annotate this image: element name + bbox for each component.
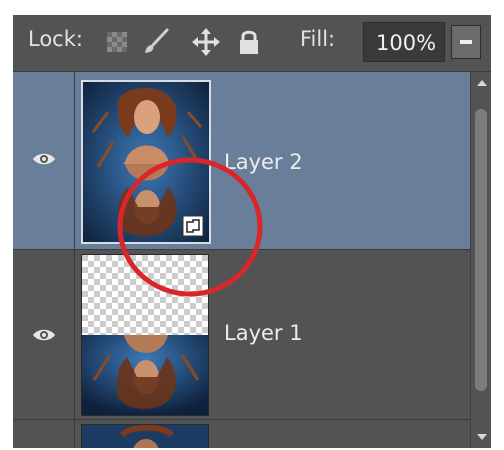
lock-image-pixels-icon[interactable] (141, 27, 169, 53)
eye-icon[interactable] (32, 152, 56, 166)
lock-transparent-pixels-icon[interactable] (106, 31, 132, 57)
annotation-circle (117, 157, 263, 297)
scrollbar-thumb[interactable] (475, 109, 487, 391)
eye-icon[interactable] (32, 328, 56, 342)
fill-input[interactable]: 100% (363, 22, 445, 62)
layer-name[interactable]: Layer 1 (224, 321, 303, 345)
lock-label: Lock: (28, 27, 83, 51)
layers-scrollbar[interactable] (470, 72, 491, 448)
fill-dropdown-button[interactable] (451, 25, 481, 59)
layers-toolbar: Lock: Fill: 100% (13, 15, 491, 72)
scroll-up-icon[interactable] (477, 80, 487, 86)
scroll-down-icon[interactable] (477, 434, 487, 440)
lock-all-icon[interactable] (237, 28, 263, 54)
visibility-column (13, 420, 75, 448)
layer-row-partial[interactable] (13, 420, 470, 448)
visibility-column (13, 250, 75, 419)
visibility-column (13, 72, 75, 249)
lock-position-icon[interactable] (191, 27, 220, 56)
layer-thumbnail[interactable] (81, 424, 209, 448)
chevron-down-icon (460, 40, 472, 44)
fill-label: Fill: (300, 27, 336, 51)
